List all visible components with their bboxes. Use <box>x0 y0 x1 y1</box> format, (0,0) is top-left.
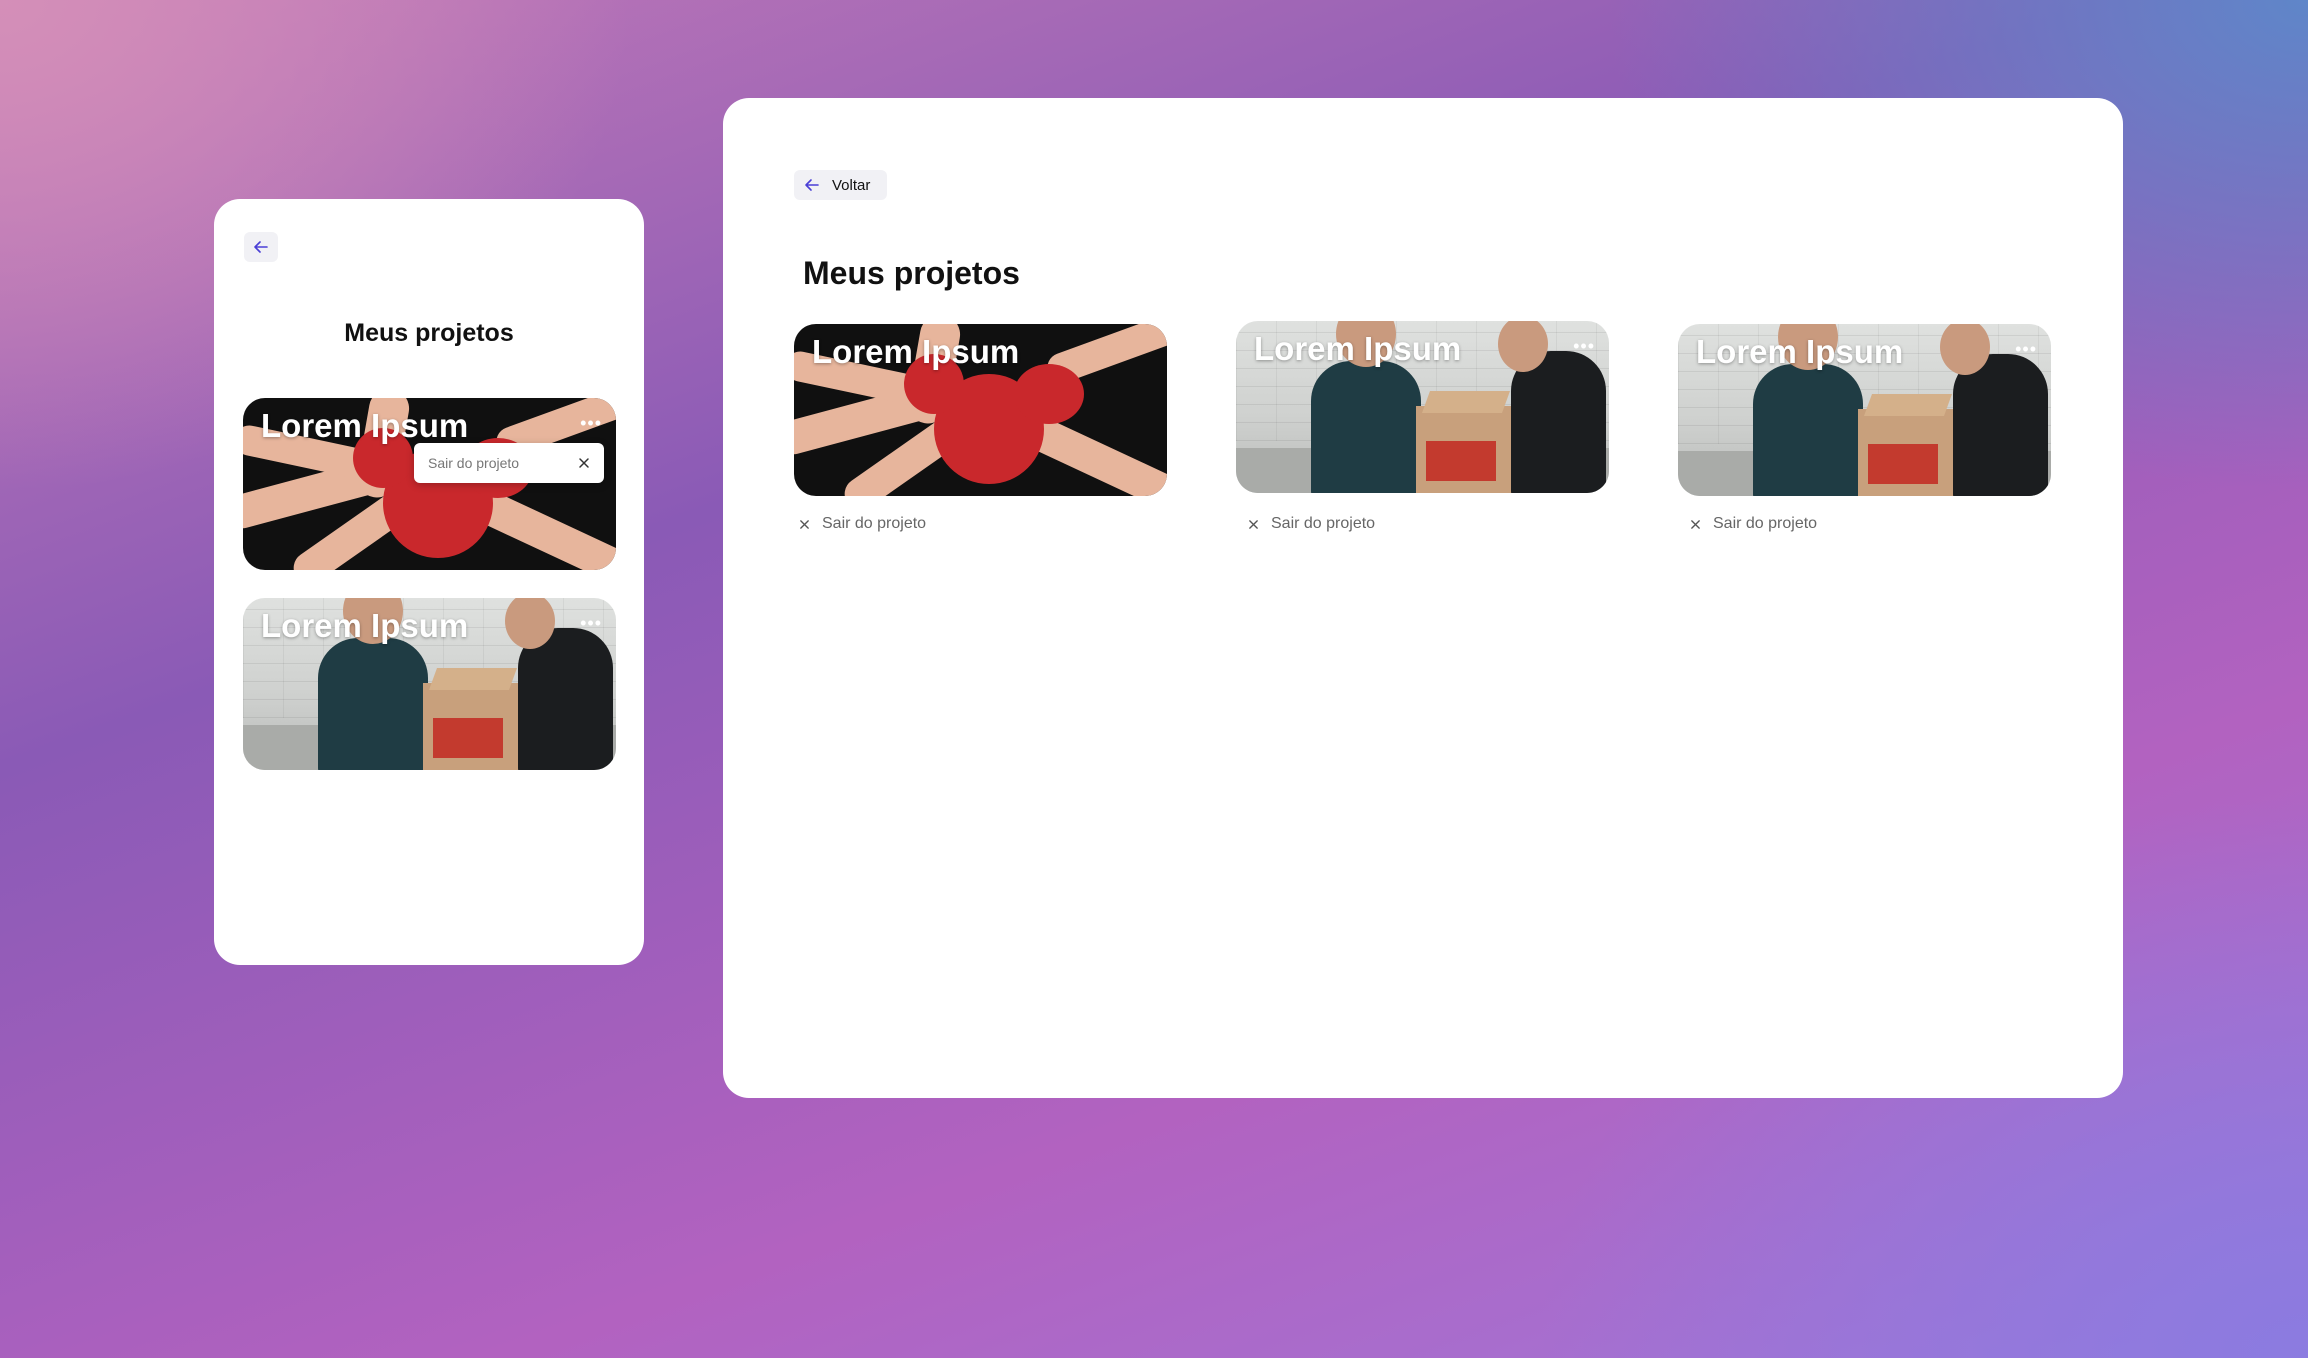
leave-project-button[interactable]: Sair do projeto <box>799 515 926 533</box>
photo-detail <box>1426 441 1496 481</box>
arrow-left-icon <box>805 179 819 191</box>
page-title: Meus projetos <box>344 319 514 347</box>
project-card[interactable]: Lorem Ipsum ••• <box>1236 321 1609 493</box>
back-button[interactable]: Voltar <box>794 170 888 200</box>
leave-project-label: Sair do projeto <box>822 515 927 532</box>
photo-detail <box>428 668 518 690</box>
photo-detail <box>1421 391 1511 413</box>
project-card[interactable]: Lorem Ipsum ••• <box>243 598 616 770</box>
leave-project-label: Sair do projeto <box>1271 515 1376 532</box>
leave-project-label: Sair do projeto <box>1713 515 1818 532</box>
close-icon[interactable] <box>578 457 590 469</box>
photo-detail <box>1511 351 1606 493</box>
leave-project-button[interactable]: Sair do projeto <box>1690 515 1817 533</box>
leave-project-label: Sair do projeto <box>428 455 520 471</box>
photo-detail <box>518 628 613 770</box>
project-title: Lorem Ipsum <box>1696 333 1904 370</box>
arrow-left-icon <box>254 241 268 253</box>
photo-detail <box>1753 364 1863 496</box>
project-title: Lorem Ipsum <box>261 407 469 444</box>
page-title: Meus projetos <box>803 255 1020 291</box>
photo-detail <box>433 718 503 758</box>
ellipsis-icon[interactable]: ••• <box>2015 340 2037 358</box>
photo-detail <box>1868 444 1938 484</box>
leave-project-button[interactable]: Sair do projeto <box>1248 515 1375 533</box>
project-card[interactable]: Lorem Ipsum ••• <box>1678 324 2051 496</box>
project-card[interactable]: Lorem Ipsum <box>794 324 1167 496</box>
photo-detail <box>1311 361 1421 493</box>
photo-detail <box>318 638 428 770</box>
mobile-frame: Meus projetos Lorem Ipsum ••• Lorem Ipsu… <box>214 199 644 965</box>
project-title: Lorem Ipsum <box>812 333 1020 370</box>
ellipsis-icon[interactable]: ••• <box>1573 337 1595 355</box>
project-card[interactable]: Lorem Ipsum ••• <box>243 398 616 570</box>
ellipsis-icon[interactable]: ••• <box>580 614 602 632</box>
leave-project-popup[interactable]: Sair do projeto <box>414 443 604 483</box>
back-button[interactable] <box>244 232 278 262</box>
back-label: Voltar <box>832 176 871 194</box>
project-title: Lorem Ipsum <box>261 607 469 644</box>
close-icon <box>1691 519 1700 529</box>
close-icon <box>1249 519 1258 529</box>
project-title: Lorem Ipsum <box>1254 330 1462 367</box>
desktop-frame: Voltar Meus projetos Lorem Ipsum Sair do… <box>723 98 2123 1098</box>
close-icon <box>800 519 809 529</box>
photo-detail <box>1014 364 1084 424</box>
photo-detail <box>1953 354 2048 496</box>
photo-detail <box>1863 394 1953 416</box>
ellipsis-icon[interactable]: ••• <box>580 414 602 432</box>
